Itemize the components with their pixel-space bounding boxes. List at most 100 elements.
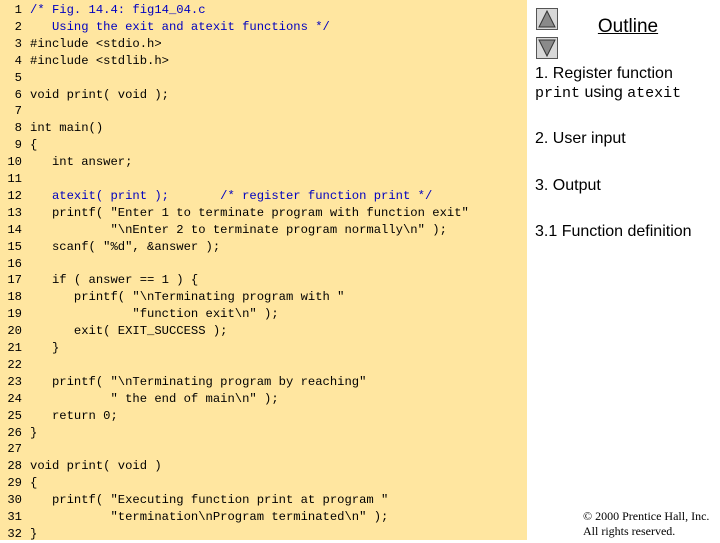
code-line: 27 [0, 441, 527, 458]
line-number: 3 [14, 36, 22, 51]
line-number: 17 [7, 273, 22, 288]
line-number: 19 [7, 307, 22, 322]
code-text: exit( EXIT_SUCCESS ); [30, 324, 228, 339]
line-number: 16 [7, 256, 22, 271]
line-number: 2 [14, 19, 22, 34]
line-number: 15 [7, 239, 22, 254]
code-line: 12 atexit( print ); /* register function… [0, 188, 527, 205]
outline-code-print: print [535, 85, 581, 102]
code-text: printf( "\nTerminating program by reachi… [30, 374, 367, 389]
code-text: } [30, 341, 60, 355]
code-text: "termination\nProgram terminated\n" ); [30, 510, 389, 524]
code-text: void print( void ); [30, 87, 169, 102]
code-listing-panel: 1 /* Fig. 14.4: fig14_04.c 2 Using the exi… [0, 0, 527, 543]
outline-item-label: 1. Register function [535, 65, 673, 82]
code-line: 9{ [0, 137, 527, 154]
code-text: } [30, 526, 38, 541]
outline-item-register-function: 1. Register function print using atexit [535, 64, 715, 103]
line-number: 10 [7, 155, 22, 170]
code-line: 20 exit( EXIT_SUCCESS ); [0, 323, 527, 340]
code-line: 2 Using the exit and atexit functions */ [0, 19, 527, 36]
code-line: 32} [0, 526, 527, 543]
code-line: 7 [0, 103, 527, 120]
code-line: 3 #include <stdio.h> [0, 36, 527, 53]
line-number: 32 [7, 526, 22, 541]
code-line: 17 if ( answer == 1 ) { [0, 272, 527, 289]
code-line: 4 #include <stdlib.h> [0, 53, 527, 70]
code-line: 10 int answer; [0, 154, 527, 171]
code-text: scanf( "%d", &answer ); [30, 239, 221, 254]
code-text: printf( "\nTerminating program with " [30, 290, 345, 305]
code-line: 1 /* Fig. 14.4: fig14_04.c [0, 2, 527, 19]
code-text: atexit( print ); /* register function pr… [30, 188, 433, 203]
line-number: 9 [14, 138, 22, 153]
previous-slide-button[interactable] [536, 8, 558, 30]
code-text: " the end of main\n" ); [30, 391, 279, 406]
code-line: 11 [0, 171, 527, 188]
code-text: "function exit\n" ); [30, 307, 279, 322]
code-line: 5 [0, 70, 527, 87]
code-line: 15 scanf( "%d", &answer ); [0, 239, 527, 256]
line-number: 14 [7, 222, 22, 237]
outline-item-user-input: 2. User input [535, 130, 626, 147]
code-line: 26} [0, 425, 527, 442]
code-line: 8 int main() [0, 120, 527, 137]
line-number: 21 [7, 341, 22, 355]
line-number: 25 [7, 408, 22, 423]
line-number: 26 [7, 425, 22, 440]
copyright-line-1: © 2000 Prentice Hall, Inc. [583, 509, 710, 523]
code-text: int answer; [30, 155, 133, 170]
code-text: int main() [30, 121, 104, 136]
outline-item-output: 3. Output [535, 177, 601, 194]
code-line: 31 "termination\nProgram terminated\n" )… [0, 509, 527, 526]
code-line: 25 return 0; [0, 408, 527, 425]
code-line: 24 " the end of main\n" ); [0, 391, 527, 408]
code-text: /* Fig. 14.4: fig14_04.c [30, 3, 206, 17]
line-number: 5 [14, 70, 22, 85]
code-text: { [30, 476, 38, 491]
code-line: 14 "\nEnter 2 to terminate program norma… [0, 222, 527, 239]
code-line: 23 printf( "\nTerminating program by rea… [0, 374, 527, 391]
outline-title[interactable]: Outline [588, 16, 668, 38]
code-line: 21 } [0, 340, 527, 357]
code-text: printf( "Enter 1 to terminate program wi… [30, 205, 469, 220]
line-number: 20 [7, 324, 22, 339]
outline-code-atexit: atexit [627, 85, 682, 102]
code-text: return 0; [30, 408, 118, 423]
line-number: 30 [7, 493, 22, 508]
code-text: printf( "Executing function print at pro… [30, 493, 389, 508]
code-line: 13 printf( "Enter 1 to terminate program… [0, 205, 527, 222]
code-line: 6 void print( void ); [0, 87, 527, 104]
line-number: 29 [7, 476, 22, 491]
code-text: Using the exit and atexit functions */ [30, 19, 330, 34]
line-number: 8 [14, 121, 22, 136]
triangle-down-icon [538, 39, 556, 58]
code-text: #include <stdlib.h> [30, 53, 169, 68]
code-text: { [30, 138, 38, 153]
outline-item-function-definition: 3.1 Function definition [535, 223, 692, 240]
line-number: 6 [14, 87, 22, 102]
line-number: 12 [7, 188, 22, 203]
line-number: 4 [14, 53, 22, 68]
copyright-notice: © 2000 Prentice Hall, Inc. All rights re… [583, 509, 718, 539]
code-line: 28 void print( void ) [0, 458, 527, 475]
line-number: 23 [7, 374, 22, 389]
code-text: void print( void ) [30, 459, 162, 474]
code-line: 18 printf( "\nTerminating program with " [0, 289, 527, 306]
triangle-up-icon [538, 9, 556, 28]
line-number: 11 [7, 172, 22, 186]
code-text: "\nEnter 2 to terminate program normally… [30, 222, 447, 237]
line-number: 27 [7, 442, 22, 457]
code-line: 19 "function exit\n" ); [0, 306, 527, 323]
line-number: 13 [7, 205, 22, 220]
copyright-line-2: All rights reserved. [583, 524, 676, 538]
next-slide-button[interactable] [536, 37, 558, 59]
line-number: 7 [14, 104, 22, 119]
code-line: 30 printf( "Executing function print at … [0, 492, 527, 509]
line-number: 1 [14, 3, 22, 17]
line-number: 24 [7, 391, 22, 406]
line-number: 31 [7, 510, 22, 524]
code-text: } [30, 425, 38, 440]
code-line: 16 [0, 256, 527, 273]
line-number: 18 [7, 290, 22, 305]
